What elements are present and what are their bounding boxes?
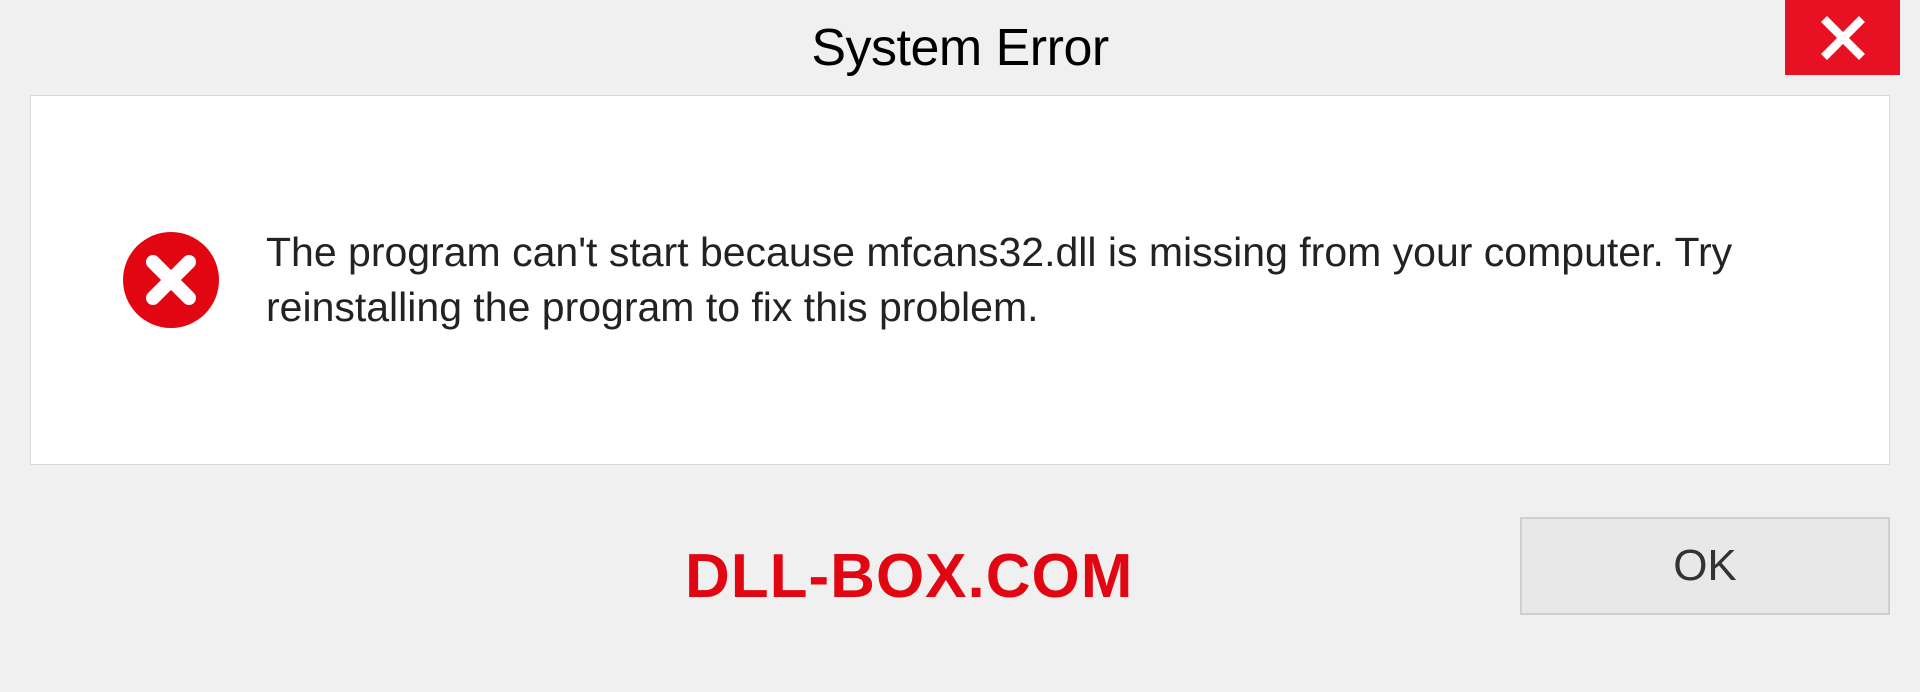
dialog-title: System Error [811, 18, 1108, 78]
ok-button[interactable]: OK [1520, 517, 1890, 615]
error-message: The program can't start because mfcans32… [266, 225, 1809, 336]
error-icon [121, 230, 221, 330]
dialog-footer: DLL-BOX.COM OK [20, 465, 1900, 690]
error-dialog: System Error The program can't start bec… [20, 0, 1900, 692]
close-button[interactable] [1785, 0, 1900, 75]
titlebar: System Error [20, 0, 1900, 95]
watermark-text: DLL-BOX.COM [685, 541, 1133, 612]
content-panel: The program can't start because mfcans32… [30, 95, 1890, 465]
close-icon [1819, 14, 1867, 62]
